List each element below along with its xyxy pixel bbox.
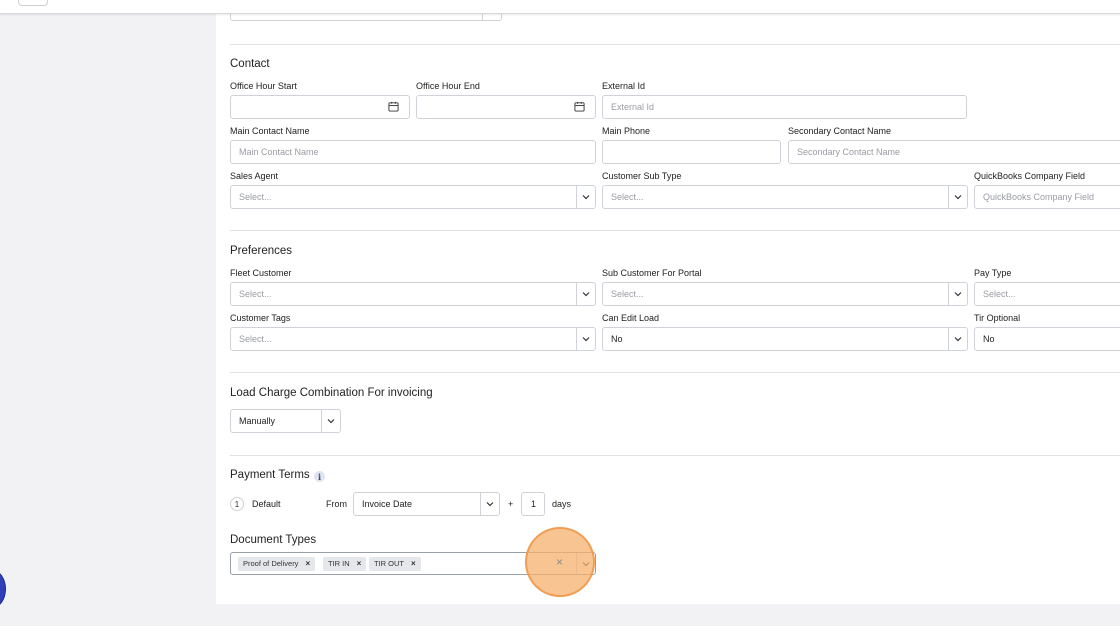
secondary-contact-name-input[interactable]: Secondary Contact Name <box>788 140 1120 164</box>
tir-optional-label: Tir Optional <box>974 313 1021 323</box>
chevron-down-icon[interactable] <box>576 186 595 208</box>
external-id-input[interactable]: External Id <box>602 95 967 119</box>
section-divider <box>230 455 1120 456</box>
contact-section-title: Contact <box>230 58 270 70</box>
section-divider <box>230 372 1120 373</box>
payment-term-from-value: Invoice Date <box>362 499 413 509</box>
secondary-contact-name-label: Secondary Contact Name <box>788 126 892 136</box>
quickbooks-company-field-input[interactable]: QuickBooks Company Field <box>974 185 1120 209</box>
remove-tag-icon[interactable]: × <box>411 559 416 568</box>
external-id-label: External Id <box>602 81 646 91</box>
document-type-tag: Proof of Delivery × <box>238 557 316 571</box>
customer-sub-type-select[interactable]: Select... <box>602 185 968 209</box>
remove-tag-icon[interactable]: × <box>305 559 310 568</box>
office-hour-end-label: Office Hour End <box>416 81 480 91</box>
fleet-customer-placeholder: Select... <box>239 289 272 299</box>
payment-term-default-label: Default <box>252 499 281 509</box>
calendar-icon[interactable] <box>388 101 399 112</box>
chevron-down-icon[interactable] <box>321 410 340 432</box>
office-hour-end-input[interactable] <box>416 95 596 119</box>
calendar-icon[interactable] <box>574 101 585 112</box>
section-divider <box>230 44 1120 45</box>
load-charge-combination-value: Manually <box>239 416 276 426</box>
quickbooks-company-field-label: QuickBooks Company Field <box>974 171 1086 181</box>
payment-term-days-value: 1 <box>531 499 537 509</box>
plus-sign: + <box>508 499 514 509</box>
chevron-down-icon[interactable] <box>576 328 595 350</box>
payment-term-step-badge: 1 <box>230 497 244 511</box>
pay-type-placeholder: Select... <box>983 289 1016 299</box>
chevron-down-icon[interactable] <box>948 283 967 305</box>
external-id-placeholder: External Id <box>611 102 655 112</box>
document-type-tag: TIR OUT × <box>369 557 421 571</box>
customer-tags-label: Customer Tags <box>230 313 291 323</box>
payment-term-from-select[interactable]: Invoice Date <box>353 492 500 516</box>
top-bar <box>0 0 1120 14</box>
chevron-down-icon[interactable] <box>576 283 595 305</box>
can-edit-load-value: No <box>611 334 623 344</box>
preferences-section-title: Preferences <box>230 245 293 257</box>
section-divider <box>230 230 1120 231</box>
document-type-tag-label: TIR OUT <box>374 559 404 568</box>
sales-agent-label: Sales Agent <box>230 171 279 181</box>
pay-type-label: Pay Type <box>974 268 1012 278</box>
document-type-tag: TIR IN × <box>323 557 367 571</box>
fleet-customer-label: Fleet Customer <box>230 268 292 278</box>
customer-tags-placeholder: Select... <box>239 334 272 344</box>
office-hour-start-label: Office Hour Start <box>230 81 297 91</box>
chevron-down-icon[interactable] <box>480 493 499 515</box>
main-contact-name-input[interactable]: Main Contact Name <box>230 140 596 164</box>
main-contact-name-label: Main Contact Name <box>230 126 310 136</box>
load-charge-combination-select[interactable]: Manually <box>230 409 341 433</box>
load-charge-section-title: Load Charge Combination For invoicing <box>230 387 433 399</box>
sales-agent-placeholder: Select... <box>239 192 272 202</box>
chevron-down-icon[interactable] <box>948 186 967 208</box>
remove-tag-icon[interactable]: × <box>357 559 362 568</box>
can-edit-load-select[interactable]: No <box>602 327 968 351</box>
sales-agent-select[interactable]: Select... <box>230 185 596 209</box>
payment-terms-section-title: Payment Terms <box>230 469 310 481</box>
sub-customer-for-portal-select[interactable]: Select... <box>602 282 968 306</box>
customer-tags-select[interactable]: Select... <box>230 327 596 351</box>
customer-sub-type-label: Customer Sub Type <box>602 171 682 181</box>
payment-term-days-label: days <box>552 499 572 509</box>
customer-sub-type-placeholder: Select... <box>611 192 644 202</box>
main-contact-name-placeholder: Main Contact Name <box>239 147 319 157</box>
can-edit-load-label: Can Edit Load <box>602 313 660 323</box>
document-type-tag-label: Proof of Delivery <box>243 559 299 568</box>
payment-term-from-label: From <box>326 499 347 509</box>
sub-customer-for-portal-placeholder: Select... <box>611 289 644 299</box>
main-phone-label: Main Phone <box>602 126 651 136</box>
clear-all-icon[interactable]: × <box>556 555 563 569</box>
secondary-contact-name-placeholder: Secondary Contact Name <box>797 147 901 157</box>
office-hour-start-input[interactable] <box>230 95 410 119</box>
fleet-customer-select[interactable]: Select... <box>230 282 596 306</box>
quickbooks-company-field-placeholder: QuickBooks Company Field <box>983 192 1095 202</box>
document-type-tag-label: TIR IN <box>328 559 350 568</box>
document-types-section-title: Document Types <box>230 534 317 546</box>
main-phone-input[interactable] <box>602 140 781 164</box>
help-widget-button[interactable] <box>0 571 5 607</box>
chevron-down-icon[interactable] <box>948 328 967 350</box>
payment-term-days-input[interactable]: 1 <box>521 492 545 516</box>
tir-optional-value: No <box>983 334 995 344</box>
sub-customer-for-portal-label: Sub Customer For Portal <box>602 268 702 278</box>
tir-optional-select[interactable]: No <box>974 327 1120 351</box>
pay-type-select[interactable]: Select... <box>974 282 1120 306</box>
info-icon[interactable]: i <box>314 471 325 482</box>
top-bar-button[interactable] <box>18 0 48 6</box>
